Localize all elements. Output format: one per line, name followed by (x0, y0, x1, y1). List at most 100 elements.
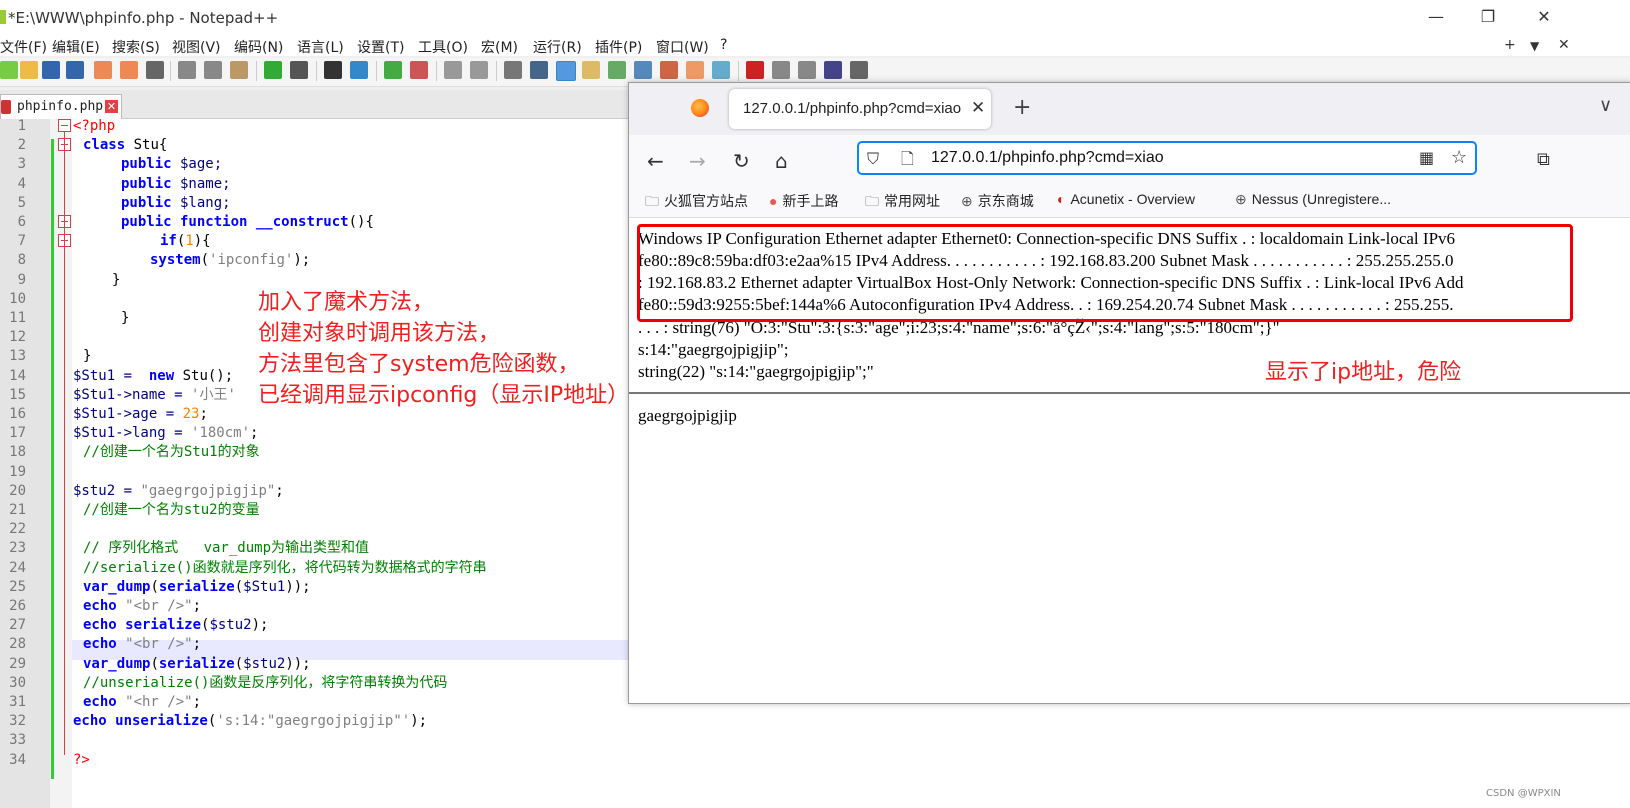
menu-settings[interactable]: 设置(T) (357, 37, 404, 57)
print-icon[interactable] (146, 61, 164, 79)
menu-edit[interactable]: 编辑(E) (52, 37, 100, 57)
save-all-icon[interactable] (66, 61, 84, 79)
minimize-button[interactable]: — (1416, 4, 1456, 30)
record-macro-icon[interactable] (746, 61, 764, 79)
qr-code-icon[interactable]: ▦ (1419, 148, 1434, 167)
toolbar-separator (496, 61, 497, 81)
variable: $Stu1 = (73, 368, 141, 384)
menu-file[interactable]: 文件(F) (0, 37, 47, 57)
firefox-view-icon[interactable] (691, 99, 709, 117)
keyword: new (140, 368, 175, 384)
home-icon[interactable]: ⌂ (775, 149, 788, 173)
monitor-icon[interactable] (712, 61, 730, 79)
menu-help[interactable]: ? (720, 37, 727, 53)
code-line: var_dump(serialize($stu2)); (83, 654, 311, 674)
maximize-button[interactable]: ❐ (1468, 4, 1508, 30)
code-line: var_dump(serialize($Stu1)); (83, 577, 311, 597)
lang-icon[interactable] (582, 61, 600, 79)
bookmark-star-icon[interactable]: ☆ (1451, 147, 1467, 168)
add-tab-icon[interactable]: + (1504, 37, 1516, 53)
sync-vertical-icon[interactable] (444, 61, 462, 79)
bookmark-item[interactable]: ◐ Acunetix - Overview (1057, 191, 1195, 207)
line-number: 13 (9, 348, 26, 364)
copy-icon[interactable] (204, 61, 222, 79)
bookmark-item[interactable]: ⊕ Nessus (Unregistere... (1235, 191, 1391, 208)
forward-icon[interactable]: → (689, 149, 706, 173)
keyword: public (121, 195, 172, 211)
toolbar-separator (738, 61, 739, 81)
open-file-icon[interactable] (20, 61, 38, 79)
close-all-icon[interactable] (120, 61, 138, 79)
sync-horizontal-icon[interactable] (470, 61, 488, 79)
code-text: ; (250, 425, 259, 441)
list-tabs-icon[interactable]: ∨ (1599, 95, 1612, 116)
menu-window[interactable]: 窗口(W) (656, 37, 709, 57)
bookmark-item[interactable]: 🗀 火狐官方站点 (645, 191, 748, 215)
bookmark-item[interactable]: ⊕ 京东商城 (961, 191, 1034, 211)
menu-language[interactable]: 语言(L) (297, 37, 344, 57)
word-wrap-icon[interactable] (504, 61, 522, 79)
find-icon[interactable] (324, 61, 342, 79)
show-all-chars-icon[interactable] (530, 61, 548, 79)
bookmark-label: 常用网址 (884, 193, 940, 209)
back-icon[interactable]: ← (647, 149, 664, 173)
close-file-icon[interactable] (94, 61, 112, 79)
tab-close-icon[interactable]: ✕ (105, 100, 118, 113)
close-button[interactable]: ✕ (1524, 4, 1564, 30)
play-macro-icon[interactable] (798, 61, 816, 79)
variable: $Stu1->name = (73, 387, 192, 403)
paste-icon[interactable] (230, 61, 248, 79)
bookmark-label: Acunetix - Overview (1070, 191, 1195, 207)
undo-icon[interactable] (264, 61, 282, 79)
line-number: 25 (9, 579, 26, 595)
save-icon[interactable] (42, 61, 60, 79)
replace-icon[interactable] (350, 61, 368, 79)
stop-macro-icon[interactable] (772, 61, 790, 79)
browser-tab[interactable]: 127.0.0.1/phpinfo.php?cmd=xiao ✕ (729, 89, 991, 129)
zoom-in-icon[interactable] (384, 61, 402, 79)
redo-icon[interactable] (290, 61, 308, 79)
menu-view[interactable]: 视图(V) (172, 37, 221, 57)
globe-icon: ⊕ (961, 193, 973, 209)
code-text: } (121, 310, 130, 326)
keyword: serialize (158, 579, 235, 595)
run-macro-multiple-icon[interactable] (824, 61, 842, 79)
save-macro-icon[interactable] (850, 61, 868, 79)
fx-icon[interactable] (660, 61, 678, 79)
indent-guide-icon[interactable] (556, 61, 576, 81)
line-number: 9 (17, 272, 26, 288)
new-tab-button[interactable]: + (1013, 95, 1031, 120)
menu-run[interactable]: 运行(R) (533, 37, 582, 57)
keyword: echo (83, 598, 117, 614)
dropdown-icon[interactable]: ▼ (1530, 39, 1539, 53)
code-line: echo "<hr />"; (83, 692, 201, 712)
annotation-line: 方法里包含了system危险函数， (258, 352, 580, 377)
reload-icon[interactable]: ↻ (733, 149, 750, 173)
zoom-out-icon[interactable] (410, 61, 428, 79)
tracking-protection-icon[interactable]: ⛉ (867, 149, 879, 169)
browser-tab-title: 127.0.0.1/phpinfo.php?cmd=xiao (743, 100, 962, 117)
page-info-icon[interactable]: 🗋 (901, 148, 914, 175)
line-number: 29 (9, 656, 26, 672)
line-number: 11 (9, 310, 26, 326)
menu-search[interactable]: 搜索(S) (112, 37, 160, 57)
doc-map-icon[interactable] (608, 61, 626, 79)
function-list-icon[interactable] (634, 61, 652, 79)
folder-workspace-icon[interactable] (686, 61, 704, 79)
bookmark-item[interactable]: 🗀 常用网址 (865, 191, 940, 215)
cut-icon[interactable] (178, 61, 196, 79)
menu-tools[interactable]: 工具(O) (418, 37, 468, 57)
browser-tab-close-icon[interactable]: ✕ (971, 98, 985, 118)
url-bar[interactable]: ⛉ 🗋 127.0.0.1/phpinfo.php?cmd=xiao ▦ ☆ (857, 141, 1477, 175)
menu-plugins[interactable]: 插件(P) (595, 37, 642, 57)
close-doc-icon[interactable]: ✕ (1558, 37, 1570, 53)
menu-encoding[interactable]: 编码(N) (234, 37, 283, 57)
extensions-icon[interactable]: ⧉ (1537, 149, 1550, 170)
acunetix-icon: ◐ (1057, 191, 1066, 207)
menu-macro[interactable]: 宏(M) (481, 37, 518, 57)
bookmark-item[interactable]: ● 新手上路 (769, 191, 838, 211)
new-file-icon[interactable] (0, 61, 18, 79)
line-number: 12 (9, 329, 26, 345)
url-text[interactable]: 127.0.0.1/phpinfo.php?cmd=xiao (931, 149, 1164, 167)
folder-icon: 🗀 (645, 193, 659, 209)
